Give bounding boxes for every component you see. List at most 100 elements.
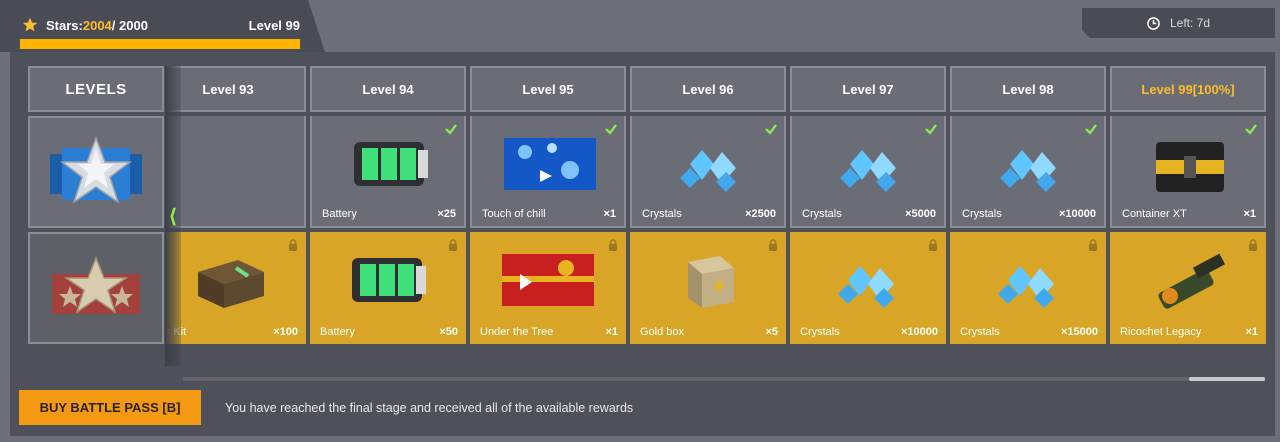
- level-column: Level 99[100%] Container XT ×1 Ricochet Leg…: [1110, 66, 1266, 354]
- stars-line: Stars: 2004 / 2000 Level 99: [22, 17, 300, 33]
- reward-quantity: ×50: [439, 326, 458, 338]
- reward-quantity: ×1: [1243, 208, 1256, 220]
- claimed-check-icon: [1245, 124, 1257, 135]
- reward-name: Crystals: [802, 208, 842, 220]
- premium-reward-cell[interactable]: Ricochet Legacy ×1: [1110, 232, 1266, 344]
- lock-icon: [289, 239, 297, 251]
- reward-quantity: ×10000: [1058, 208, 1096, 220]
- free-reward-cell[interactable]: Battery ×25: [310, 116, 466, 228]
- reward-name: Ricochet Legacy: [1120, 326, 1202, 338]
- clock-icon: [1147, 17, 1160, 30]
- silver-star-badge-icon: [50, 135, 142, 204]
- reward-quantity: ×1: [605, 326, 618, 338]
- premium-reward-cell[interactable]: pair Kit×100: [166, 232, 306, 344]
- lock-icon: [1089, 239, 1097, 251]
- reward-name: Battery: [320, 326, 355, 338]
- free-reward-cell[interactable]: [166, 116, 306, 228]
- level-header: Level 97: [790, 66, 946, 112]
- free-reward-cell[interactable]: Crystals ×10000: [950, 116, 1106, 228]
- horizontal-scrollbar[interactable]: [183, 377, 1265, 381]
- reward-name: Crystals: [642, 208, 682, 220]
- claimed-check-icon: [1085, 124, 1097, 135]
- claimed-check-icon: [605, 124, 617, 135]
- reward-quantity: ×5000: [905, 208, 936, 220]
- reward-quantity: ×1: [1245, 326, 1258, 338]
- level-header: Level 95: [470, 66, 626, 112]
- crystals-icon: [680, 150, 736, 192]
- claimed-check-icon: [765, 124, 777, 135]
- reward-quantity: ×25: [437, 208, 456, 220]
- lock-icon: [449, 239, 457, 251]
- premium-reward-cell[interactable]: Under the Tree ×1: [470, 232, 626, 344]
- stars-total: / 2000: [111, 17, 148, 33]
- reward-name: Crystals: [800, 326, 840, 338]
- reward-name: Under the Tree: [480, 326, 554, 338]
- claimed-check-icon: [925, 124, 937, 135]
- claimed-check-icon: [445, 124, 457, 135]
- level-column: Level 95 Touch of chill ×1 Under the Tree ×1: [470, 66, 626, 354]
- free-reward-cell[interactable]: Crystals ×5000: [790, 116, 946, 228]
- reward-quantity: ×100: [273, 326, 298, 338]
- level-columns: Level 93pair Kit×100Level 94Battery×25Ba…: [166, 66, 1268, 354]
- premium-reward-cell[interactable]: Battery ×50: [310, 232, 466, 344]
- container-icon: [1156, 142, 1224, 192]
- free-reward-cell[interactable]: Touch of chill ×1: [470, 116, 626, 228]
- stars-progress-fill: [20, 39, 300, 49]
- time-left-label: Left: 7d: [1169, 16, 1211, 30]
- battle-pass-panel: LEVELS ⟨ Level 93pair: [10, 52, 1275, 436]
- level-header: Level 94: [310, 66, 466, 112]
- level-header: Level 96: [630, 66, 786, 112]
- level-header: Level 93: [166, 66, 306, 112]
- buy-battle-pass-button[interactable]: BUY BATTLE PASS [B]: [19, 390, 201, 425]
- stars-current: 2004: [82, 17, 112, 33]
- stars-label: Stars:: [46, 17, 83, 33]
- star-icon: [22, 17, 38, 32]
- rewards-grid: LEVELS ⟨ Level 93pair: [28, 66, 1268, 381]
- gold-box-icon: [688, 256, 734, 308]
- final-stage-message: You have reached the final stage and rec…: [225, 401, 634, 415]
- crystals-icon: [998, 266, 1054, 308]
- scrollbar-thumb[interactable]: [1189, 377, 1265, 381]
- battery-icon: [352, 258, 426, 302]
- paint-chill-icon: [504, 138, 596, 190]
- crystals-icon: [840, 150, 896, 192]
- reward-name: Container XT: [1122, 208, 1187, 220]
- reward-name: Gold box: [640, 326, 685, 338]
- premium-reward-cell[interactable]: Crystals ×15000: [950, 232, 1106, 344]
- reward-name: Crystals: [960, 326, 1000, 338]
- level-column: Level 98 Crystals ×10000 Crystals ×15000: [950, 66, 1106, 354]
- repair-kit-icon: [198, 260, 264, 308]
- reward-quantity: ×5: [765, 326, 778, 338]
- paint-tree-icon: [502, 254, 594, 306]
- premium-track-badge: [28, 232, 164, 344]
- reward-quantity: ×10000: [900, 326, 938, 338]
- premium-reward-cell[interactable]: Crystals ×10000: [790, 232, 946, 344]
- reward-quantity: ×1: [603, 208, 616, 220]
- levels-column: LEVELS: [28, 66, 164, 354]
- lock-icon: [1249, 239, 1257, 251]
- levels-title: LEVELS: [28, 66, 164, 112]
- time-left-panel: Left: 7d: [1082, 8, 1275, 38]
- premium-reward-cell[interactable]: Gold box ×5: [630, 232, 786, 344]
- lock-icon: [609, 239, 617, 251]
- crystals-icon: [838, 266, 894, 308]
- lock-icon: [929, 239, 937, 251]
- reward-name: Touch of chill: [482, 208, 546, 220]
- level-header: Level 99[100%]: [1110, 66, 1266, 112]
- free-reward-cell[interactable]: Crystals ×2500: [630, 116, 786, 228]
- lock-icon: [769, 239, 777, 251]
- current-level: Level 99: [248, 17, 300, 33]
- level-header: Level 98: [950, 66, 1106, 112]
- reward-quantity: ×15000: [1060, 326, 1098, 338]
- level-column: Level 96 Crystals ×2500 Gold box ×5: [630, 66, 786, 354]
- crystals-icon: [1000, 150, 1056, 192]
- gold-stars-badge-icon: [52, 255, 140, 314]
- scroll-left-arrow-icon[interactable]: ⟨: [165, 66, 181, 366]
- level-column: Level 94 Battery ×25 Battery ×50: [310, 66, 466, 354]
- free-reward-cell[interactable]: Container XT ×1: [1110, 116, 1266, 228]
- reward-quantity: ×2500: [745, 208, 776, 220]
- level-column: Level 93 pair Kit×100: [166, 66, 306, 354]
- level-column: Level 97 Crystals ×5000 Crystals ×10000: [790, 66, 946, 354]
- turret-icon: [1158, 253, 1226, 309]
- reward-name: Crystals: [962, 208, 1002, 220]
